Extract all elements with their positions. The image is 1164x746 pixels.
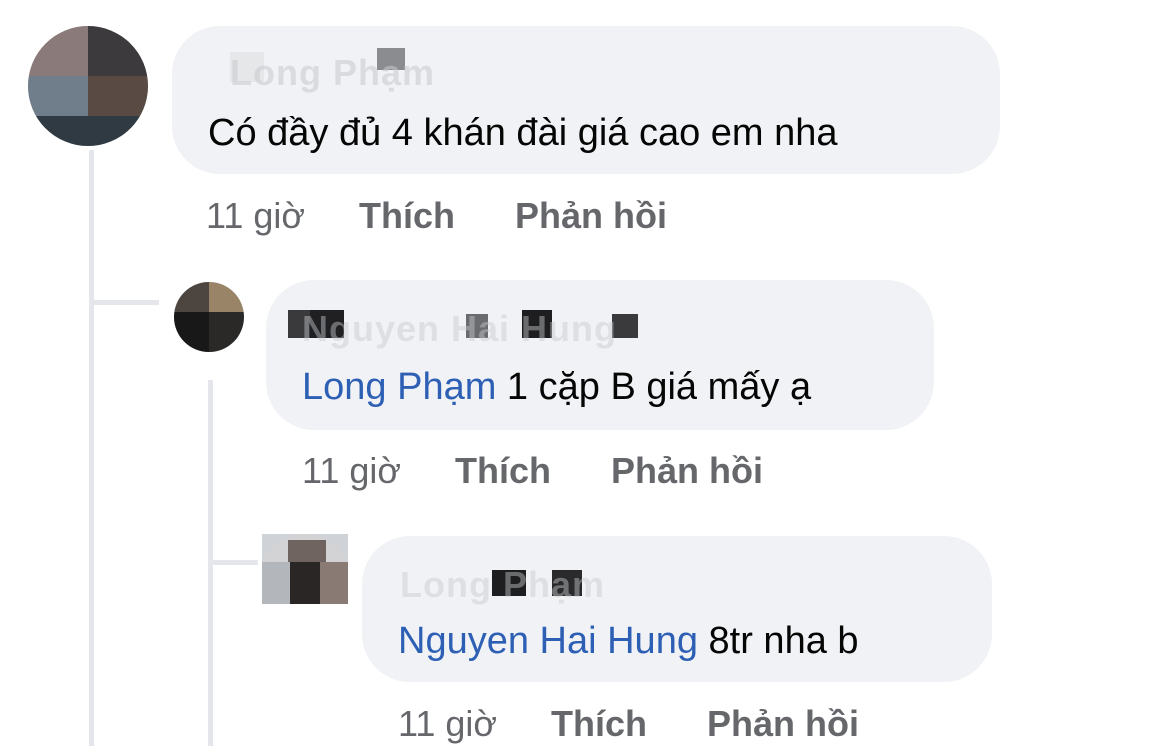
comment-bubble: Nguyen Hai Hung Long Phạm 1 cặp B giá mấ… xyxy=(266,280,934,430)
avatar[interactable] xyxy=(262,534,348,604)
comment-text: Có đầy đủ 4 khán đài giá cao em nha xyxy=(208,112,838,155)
comment-bubble: Long Phạm Có đầy đủ 4 khán đài giá cao e… xyxy=(172,26,1000,174)
comment-author[interactable]: Long Phạm xyxy=(400,564,605,606)
comment-bubble: Long Phạm Nguyen Hai Hung 8tr nha b xyxy=(362,536,992,682)
thread-line xyxy=(89,300,159,305)
comment-body: 1 cặp B giá mấy ạ xyxy=(496,366,812,408)
mention-link[interactable]: Nguyen Hai Hung xyxy=(398,620,698,662)
comment-author[interactable]: Long Phạm xyxy=(230,52,435,94)
thread-line xyxy=(208,560,258,565)
reply-button[interactable]: Phản hồi xyxy=(515,195,667,237)
thread-line xyxy=(89,150,94,746)
reply-button[interactable]: Phản hồi xyxy=(611,450,763,492)
comment-body: Có đầy đủ 4 khán đài giá cao em nha xyxy=(208,112,838,154)
like-button[interactable]: Thích xyxy=(551,703,647,745)
comment-timestamp[interactable]: 11 giờ xyxy=(206,195,305,237)
reply-button[interactable]: Phản hồi xyxy=(707,703,859,745)
like-button[interactable]: Thích xyxy=(455,450,551,492)
like-button[interactable]: Thích xyxy=(359,195,455,237)
mention-link[interactable]: Long Phạm xyxy=(302,366,496,408)
avatar[interactable] xyxy=(28,26,148,146)
avatar[interactable] xyxy=(174,282,244,352)
comment-timestamp[interactable]: 11 giờ xyxy=(398,703,497,745)
comment-text: Long Phạm 1 cặp B giá mấy ạ xyxy=(302,366,811,409)
comment-body: 8tr nha b xyxy=(697,620,859,662)
comment-author[interactable]: Nguyen Hai Hung xyxy=(302,308,617,350)
comment-text: Nguyen Hai Hung 8tr nha b xyxy=(398,620,859,663)
comment-timestamp[interactable]: 11 giờ xyxy=(302,450,401,492)
